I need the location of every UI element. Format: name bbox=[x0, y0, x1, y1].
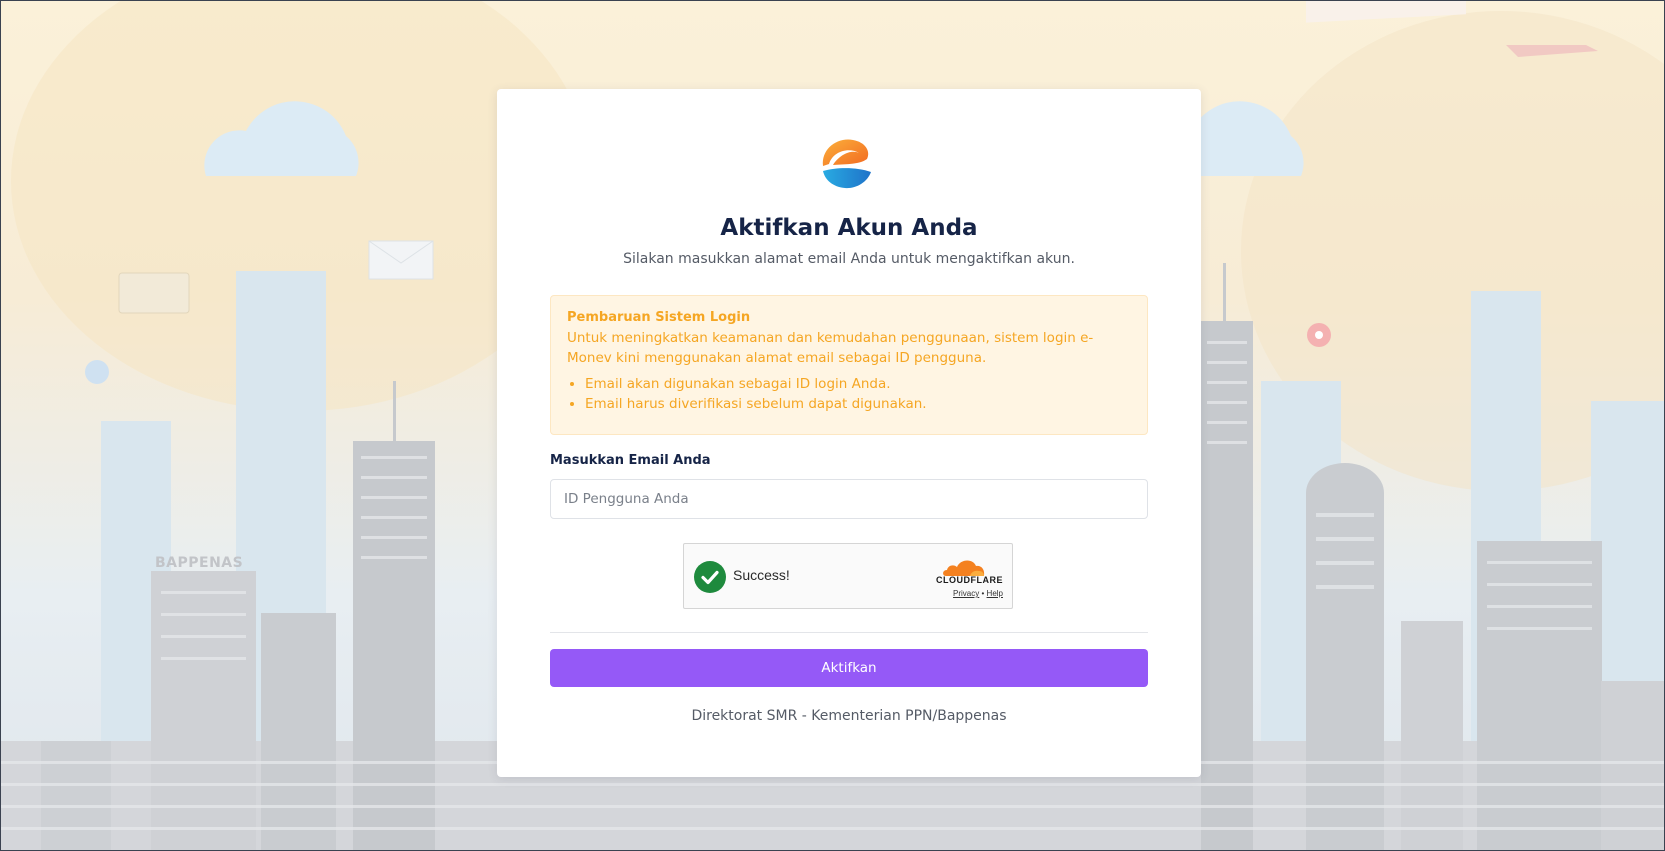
alert-body: Untuk meningkatkan keamanan dan kemudaha… bbox=[567, 330, 1094, 366]
check-circle-icon bbox=[694, 561, 726, 593]
email-input[interactable] bbox=[550, 479, 1148, 519]
privacy-link[interactable]: Privacy bbox=[953, 589, 979, 598]
emonev-logo bbox=[822, 139, 871, 189]
bappenas-watermark: BAPPENAS bbox=[155, 555, 244, 571]
alert-list-item: Email akan digunakan sebagai ID login An… bbox=[585, 374, 1131, 394]
activation-card: Aktifkan Akun Anda Silakan masukkan alam… bbox=[497, 89, 1201, 777]
alert-list-item: Email harus diverifikasi sebelum dapat d… bbox=[585, 394, 1131, 414]
page-background: BAPPENAS Aktifkan Akun Anda Silakan masu… bbox=[0, 0, 1665, 851]
alert-title: Pembaruan Sistem Login bbox=[567, 310, 751, 325]
form-divider bbox=[550, 632, 1148, 633]
page-subtitle: Silakan masukkan alamat email Anda untuk… bbox=[623, 251, 1075, 267]
email-label: Masukkan Email Anda bbox=[550, 453, 711, 468]
cloudflare-captcha-widget[interactable]: Success! CLOUDFLARE Privacy • Help bbox=[683, 543, 1013, 609]
activate-button[interactable]: Aktifkan bbox=[550, 649, 1148, 687]
captcha-status: Success! bbox=[733, 567, 790, 583]
cloudflare-brand: CLOUDFLARE bbox=[936, 575, 1003, 585]
link-separator: • bbox=[981, 589, 985, 598]
footer-text: Direktorat SMR - Kementerian PPN/Bappena… bbox=[691, 708, 1007, 724]
alert-list: Email akan digunakan sebagai ID login An… bbox=[567, 374, 1131, 414]
login-update-alert: Pembaruan Sistem Login Untuk meningkatka… bbox=[550, 295, 1148, 435]
page-title: Aktifkan Akun Anda bbox=[720, 215, 978, 241]
help-link[interactable]: Help bbox=[987, 589, 1003, 598]
captcha-links: Privacy • Help bbox=[953, 589, 1003, 598]
